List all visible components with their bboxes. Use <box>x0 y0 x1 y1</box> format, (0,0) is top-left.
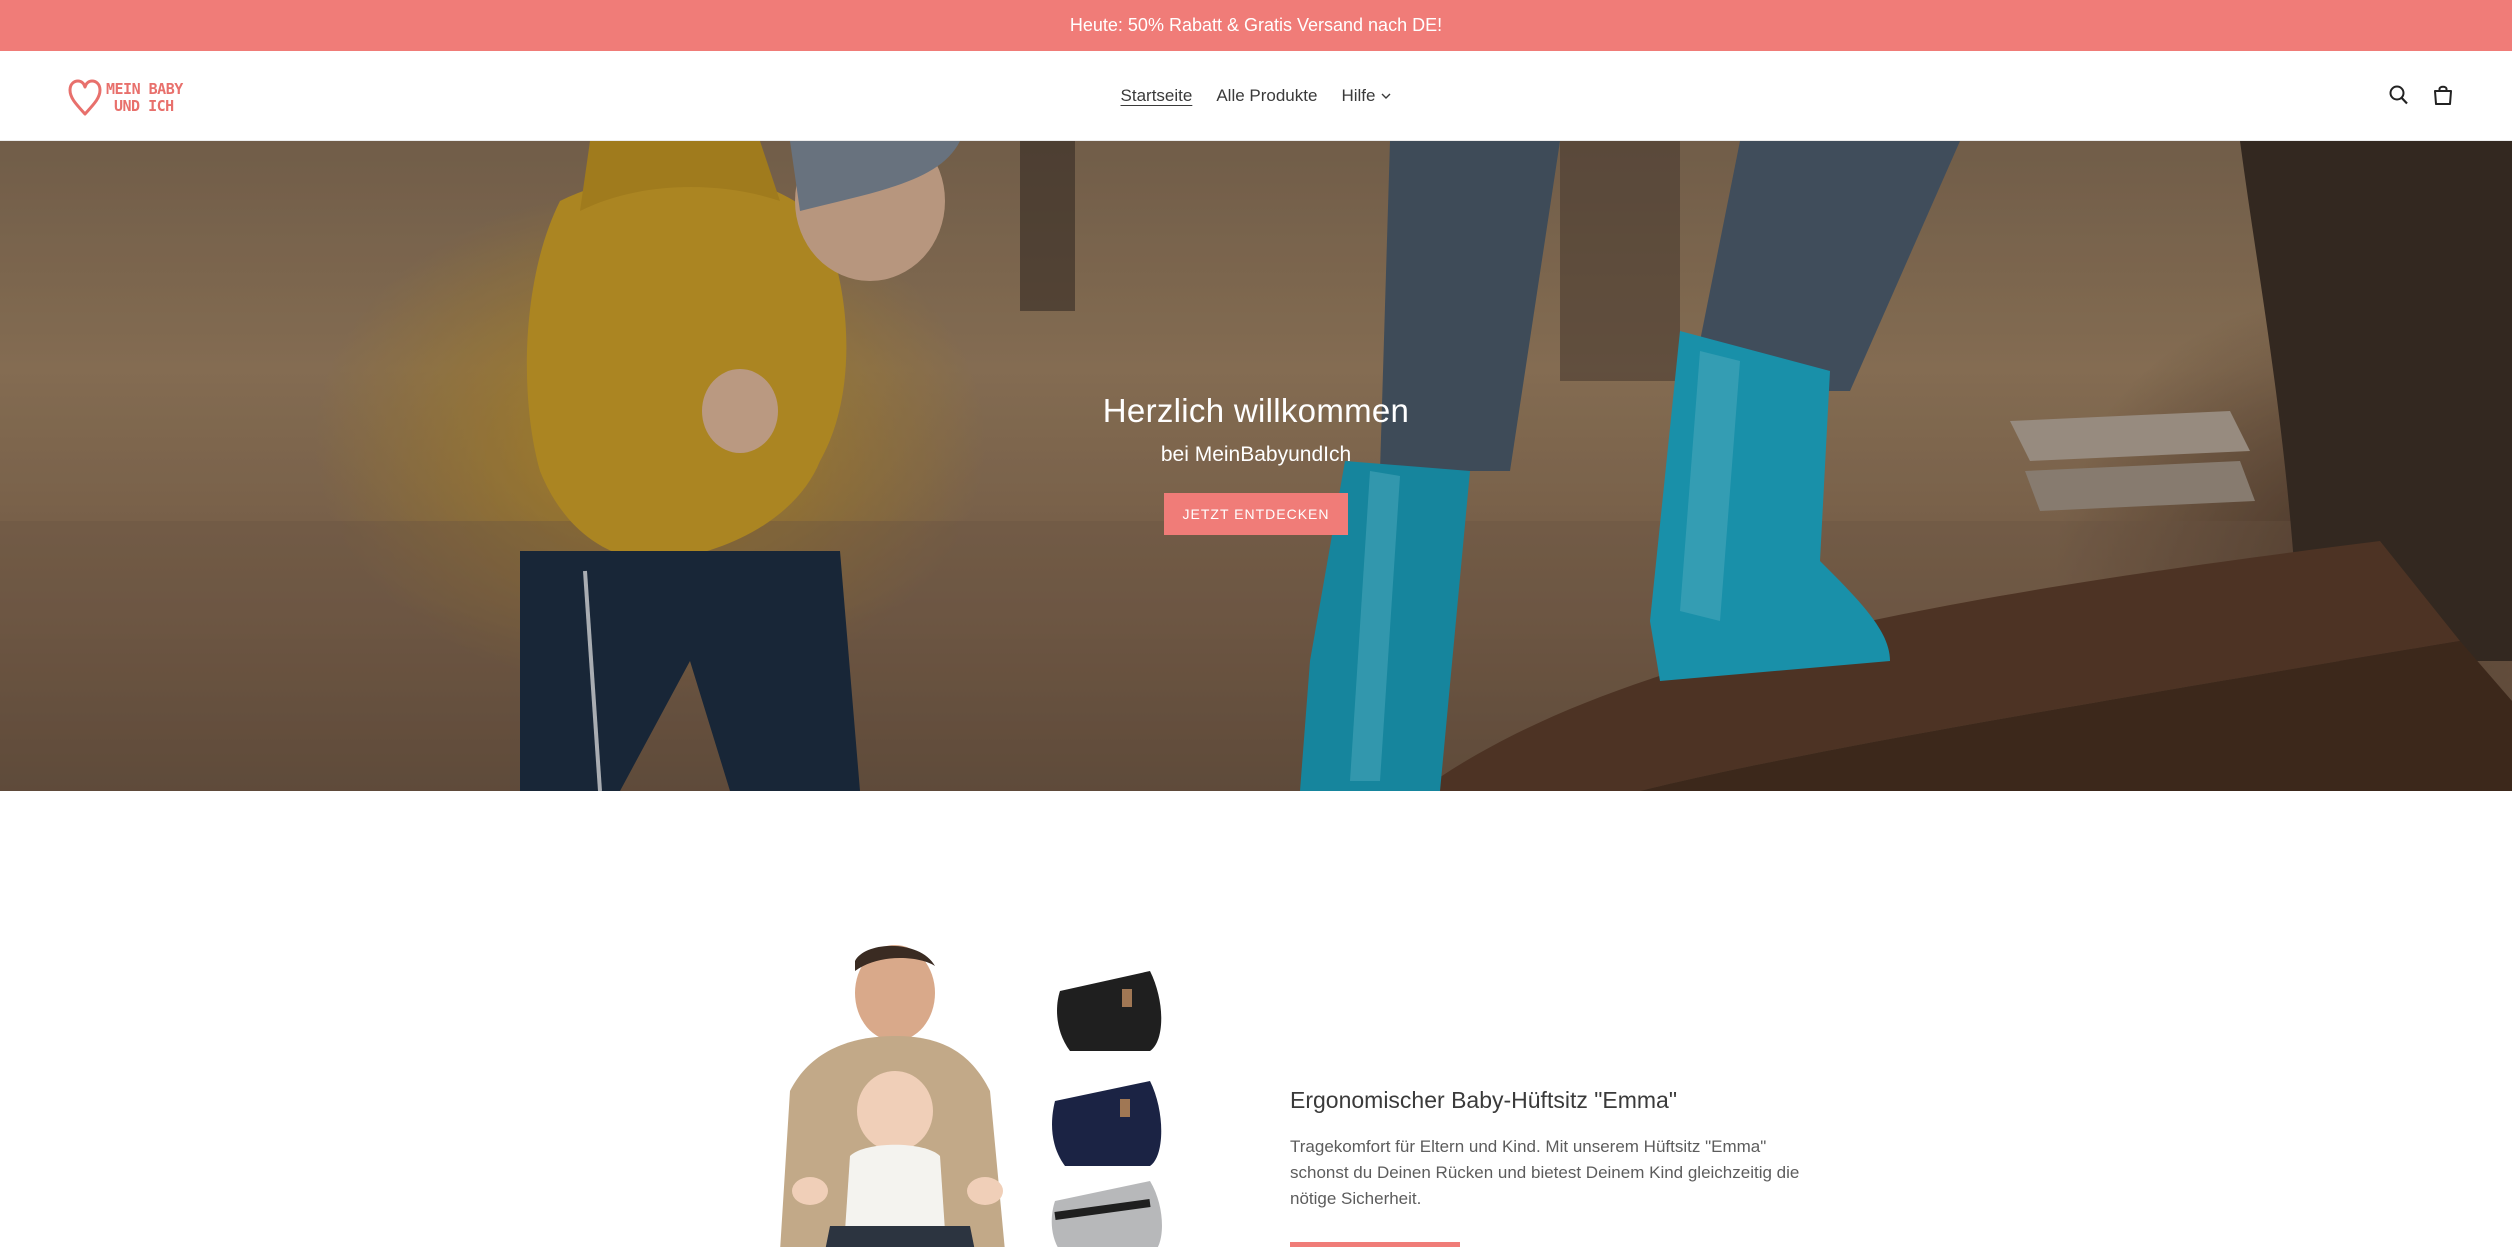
hero-subtitle: bei MeinBabyundIch <box>1160 443 1352 466</box>
nav-item-alle-produkte[interactable]: Alle Produkte <box>1216 86 1317 106</box>
nav-item-label: Startseite <box>1120 86 1193 105</box>
site-header: MEIN BABY UND ICH Startseite Alle Produk… <box>0 51 2512 141</box>
nav-item-startseite[interactable]: Startseite <box>1121 86 1193 106</box>
product-info: Ergonomischer Baby-Hüftsitz "Emma" Trage… <box>1290 1087 1810 1247</box>
header-actions <box>2388 83 2454 107</box>
announcement-text: Heute: 50% Rabatt & Gratis Versand nach … <box>1069 15 1443 35</box>
hero-banner: Herzlich willkommen bei MeinBabyundIch J… <box>0 141 2512 791</box>
nav-item-hilfe[interactable]: Hilfe <box>1341 86 1391 106</box>
product-description: Tragekomfort für Eltern und Kind. Mit un… <box>1290 1137 1800 1208</box>
product-cta-button[interactable] <box>1290 1242 1460 1247</box>
chevron-down-icon <box>1381 93 1391 99</box>
nav-item-label: Alle Produkte <box>1216 86 1318 105</box>
hero-content: Herzlich willkommen bei MeinBabyundIch J… <box>0 391 2512 535</box>
hero-title: Herzlich willkommen <box>1102 392 1410 429</box>
hero-cta-button[interactable]: JETZT ENTDECKEN <box>1163 493 1349 535</box>
cart-icon[interactable] <box>2432 83 2454 107</box>
search-icon[interactable] <box>2388 83 2410 107</box>
product-image[interactable] <box>770 941 1190 1247</box>
product-title: Ergonomischer Baby-Hüftsitz "Emma" <box>1290 1087 1678 1113</box>
announcement-bar: Heute: 50% Rabatt & Gratis Versand nach … <box>0 0 2512 51</box>
nav-item-label: Hilfe <box>1341 86 1376 105</box>
main-nav: Startseite Alle Produkte Hilfe <box>0 51 2512 141</box>
featured-product-section: Ergonomischer Baby-Hüftsitz "Emma" Trage… <box>0 791 2512 1247</box>
